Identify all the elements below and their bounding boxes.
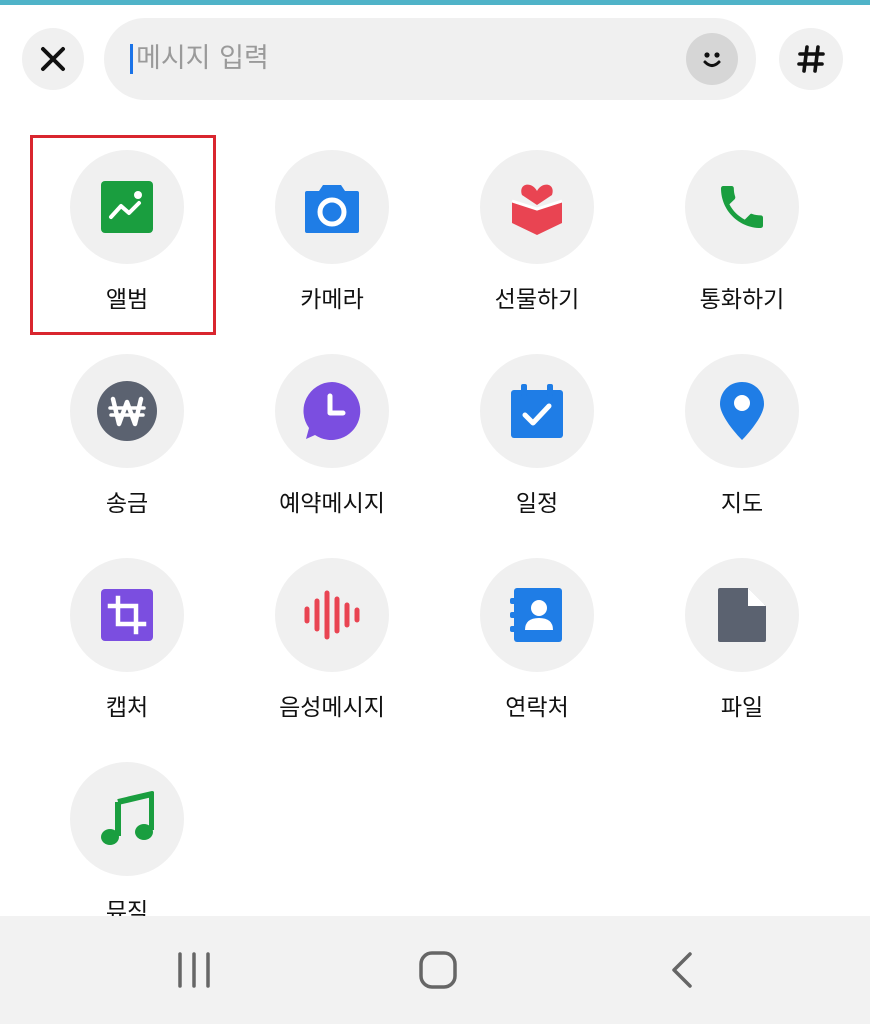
transfer-button[interactable] <box>70 354 184 468</box>
home-button[interactable] <box>408 940 468 1000</box>
calendar-icon <box>511 384 563 438</box>
music-button[interactable] <box>70 762 184 876</box>
recent-apps-icon <box>178 952 210 988</box>
highlight-box <box>30 135 216 335</box>
crop-icon <box>101 589 153 641</box>
message-input-placeholder: 메시지 입력 <box>136 43 269 74</box>
won-icon <box>97 381 157 441</box>
back-button[interactable] <box>652 940 712 1000</box>
recent-apps-button[interactable] <box>164 940 224 1000</box>
transfer-label: 송금 <box>105 491 149 517</box>
gift-label: 선물하기 <box>494 287 580 313</box>
scheduled-message-button[interactable] <box>275 354 389 468</box>
camera-icon <box>305 185 359 233</box>
gift-icon <box>511 184 563 235</box>
contacts-button[interactable] <box>480 558 594 672</box>
file-button[interactable] <box>685 558 799 672</box>
contacts-label: 연락처 <box>505 695 569 721</box>
grid-item-capture[interactable]: 캡처 <box>37 558 217 748</box>
grid-item-contacts[interactable]: 연락처 <box>447 558 627 748</box>
grid-item-transfer[interactable]: 송금 <box>37 354 217 544</box>
grid-item-gift[interactable]: 선물하기 <box>447 150 627 340</box>
close-button[interactable] <box>22 28 84 90</box>
smiley-icon <box>703 52 721 67</box>
home-icon <box>419 951 457 989</box>
grid-item-call[interactable]: 통화하기 <box>652 150 832 340</box>
gift-button[interactable] <box>480 150 594 264</box>
grid-item-file[interactable]: 파일 <box>652 558 832 748</box>
emoji-button[interactable] <box>686 33 738 85</box>
camera-button[interactable] <box>275 150 389 264</box>
file-label: 파일 <box>720 695 764 721</box>
phone-icon <box>721 186 763 228</box>
schedule-label: 일정 <box>515 491 559 517</box>
grid-item-map[interactable]: 지도 <box>652 354 832 544</box>
hashtag-icon <box>797 45 825 73</box>
grid-item-voice-message[interactable]: 음성메시지 <box>242 558 422 748</box>
file-icon <box>718 588 766 642</box>
camera-label: 카메라 <box>300 287 364 313</box>
close-icon <box>41 47 65 71</box>
voice-message-label: 음성메시지 <box>279 695 385 721</box>
message-input[interactable]: 메시지 입력 <box>104 18 756 100</box>
system-navigation-bar <box>0 916 870 1024</box>
text-cursor <box>130 44 133 74</box>
call-button[interactable] <box>685 150 799 264</box>
grid-item-scheduled-message[interactable]: 예약메시지 <box>242 354 422 544</box>
back-icon <box>672 952 692 988</box>
scheduled-message-icon <box>303 382 361 440</box>
contact-icon <box>510 588 562 642</box>
map-label: 지도 <box>720 491 764 517</box>
top-accent-bar <box>0 0 870 5</box>
grid-item-schedule[interactable]: 일정 <box>447 354 627 544</box>
map-pin-icon <box>720 382 764 440</box>
map-button[interactable] <box>685 354 799 468</box>
call-label: 통화하기 <box>699 287 785 313</box>
grid-item-camera[interactable]: 카메라 <box>242 150 422 340</box>
scheduled-message-label: 예약메시지 <box>279 491 385 517</box>
schedule-button[interactable] <box>480 354 594 468</box>
voice-message-button[interactable] <box>275 558 389 672</box>
capture-button[interactable] <box>70 558 184 672</box>
capture-label: 캡처 <box>105 695 149 721</box>
music-icon <box>101 791 154 845</box>
voice-wave-icon <box>304 590 360 640</box>
hashtag-button[interactable] <box>779 28 843 90</box>
